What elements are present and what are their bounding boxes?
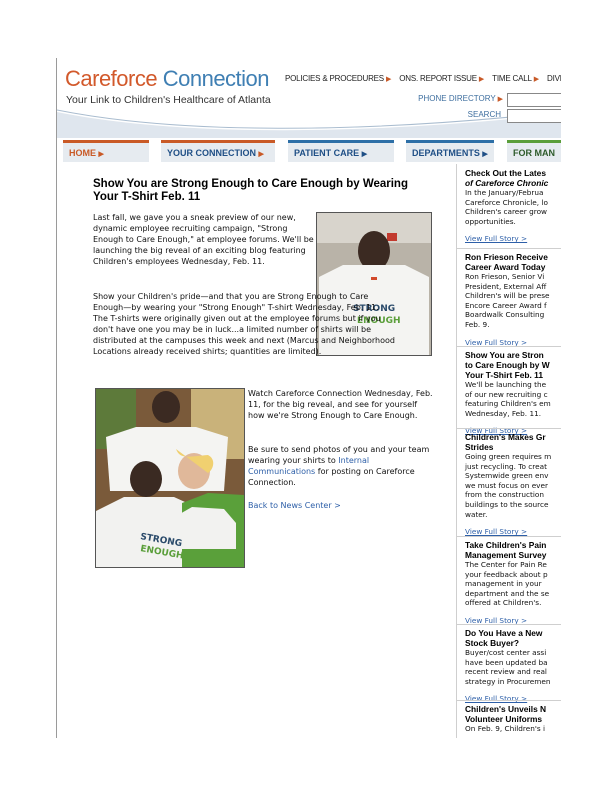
sidebar-story-title: Do You Have a New Stock Buyer? <box>465 628 543 648</box>
phone-directory-label: PHONE DIRECTORY ▶ <box>387 94 503 103</box>
search-label: SEARCH <box>467 110 501 119</box>
view-full-story-link[interactable]: View Full Story > <box>465 694 527 703</box>
tab-for-managers-label: FOR MAN <box>513 148 555 158</box>
arrow-right-icon: ▶ <box>361 151 368 158</box>
arrow-right-icon: ▶ <box>258 151 264 158</box>
article-paragraph-2: Show your Children's pride—and that you … <box>93 292 395 356</box>
sidebar-story-pain-survey: Take Children's Pain Management Survey T… <box>465 540 561 627</box>
tab-your-connection-label: YOUR CONNECTION <box>167 148 257 158</box>
sidebar-story-body: Buyer/cost center assi have been updated… <box>465 648 551 686</box>
top-nav-time-call-label: TIME CALL <box>492 74 532 83</box>
sidebar-story-title: Children's Makes Gr Strides <box>465 432 546 452</box>
tab-patient-care[interactable]: PATIENT CARE ▶ <box>288 140 394 162</box>
arrow-right-icon: ▶ <box>533 76 539 83</box>
back-to-news-center-link[interactable]: Back to News Center > <box>248 501 341 510</box>
sidebar-story-body: The Center for Pain Re your feedback abo… <box>465 560 550 608</box>
arrow-right-icon: ▶ <box>495 96 503 103</box>
tab-patient-care-label: PATIENT CARE <box>294 148 360 158</box>
view-full-story-link[interactable]: View Full Story > <box>465 527 527 536</box>
site-logo[interactable]: Careforce Connection <box>65 66 270 92</box>
site-header: Careforce Connection Your Link to Childr… <box>57 58 561 138</box>
top-nav-policies-label: POLICIES & PROCEDURES <box>285 74 384 83</box>
sidebar-story-stock-buyer: Do You Have a New Stock Buyer? Buyer/cos… <box>465 628 561 705</box>
sidebar-story-title: Children's Unveils N Volunteer Uniforms <box>465 704 547 724</box>
top-nav-time-call[interactable]: TIME CALL ▶ <box>492 74 539 83</box>
article-headline: Show You are Strong Enough to Care Enoug… <box>93 178 408 203</box>
main-nav-tabs: HOME ▶ YOUR CONNECTION ▶ PATIENT CARE ▶ … <box>57 140 561 164</box>
tab-departments[interactable]: DEPARTMENTS ▶ <box>406 140 494 162</box>
article-paragraph-3: Watch Careforce Connection Wednesday, Fe… <box>248 389 433 420</box>
sidebar-story-body: We'll be launching the of our new recrui… <box>465 380 551 418</box>
sidebar-divider <box>457 248 561 249</box>
view-full-story-link[interactable]: View Full Story > <box>465 234 527 243</box>
top-nav-report-issue[interactable]: ONS. REPORT ISSUE ▶ <box>399 74 484 83</box>
sidebar-story-volunteer-uniforms: Children's Unveils N Volunteer Uniforms … <box>465 704 561 734</box>
sidebar-story-tshirt: Show You are Stron to Care Enough by W Y… <box>465 350 561 437</box>
sidebar-divider <box>457 428 561 429</box>
site-tagline: Your Link to Children's Healthcare of At… <box>66 94 271 106</box>
sidebar-story-title-line2: of Careforce Chronic <box>465 178 549 188</box>
sidebar-divider <box>457 700 561 701</box>
arrow-right-icon: ▶ <box>98 151 104 158</box>
top-nav-report-issue-label: ONS. REPORT ISSUE <box>399 74 477 83</box>
logo-word-careforce: Careforce <box>65 66 158 91</box>
sidebar-story-title: Check Out the Lates of Careforce Chronic <box>465 168 561 188</box>
top-nav-policies[interactable]: POLICIES & PROCEDURES ▶ <box>285 74 391 83</box>
top-nav: POLICIES & PROCEDURES ▶ ONS. REPORT ISSUE… <box>285 66 561 83</box>
sidebar-story-body: Ron Frieson, Senior Vi President, Extern… <box>465 272 550 329</box>
arrow-right-icon: ▶ <box>482 151 488 158</box>
logo-word-connection: Connection <box>162 66 270 91</box>
sidebar-story-body: Going green requires m just recycling. T… <box>465 452 552 519</box>
sidebar-story-title: Show You are Stron to Care Enough by W Y… <box>465 350 550 380</box>
sidebar-divider <box>457 536 561 537</box>
top-nav-diversity-label: DIVERSIO <box>547 74 561 83</box>
tab-for-managers[interactable]: FOR MAN <box>507 140 561 162</box>
search-input[interactable] <box>507 109 561 123</box>
tab-departments-label: DEPARTMENTS <box>412 148 480 158</box>
back-to-news-center: Back to News Center > <box>248 500 433 511</box>
phone-directory-input[interactable] <box>507 93 561 107</box>
sidebar-story-chronicle: Check Out the Lates of Careforce Chronic … <box>465 168 561 245</box>
sidebar-story-body: On Feb. 9, Children's i <box>465 724 546 733</box>
sidebar-story-body: In the January/Februa Careforce Chronicl… <box>465 188 548 226</box>
arrow-right-icon: ▶ <box>385 76 392 83</box>
sidebar-story-green: Children's Makes Gr Strides Going green … <box>465 432 561 538</box>
photo-group-in-shirts-image: STRONG ENOUGH <box>96 389 244 567</box>
sidebar-story-title: Take Children's Pain Management Survey <box>465 540 547 560</box>
sidebar-story-title: Ron Frieson Receive Career Award Today <box>465 252 548 272</box>
arrow-right-icon: ▶ <box>478 76 485 83</box>
page: Careforce Connection Your Link to Childr… <box>56 58 561 738</box>
news-sidebar: Check Out the Lates of Careforce Chronic … <box>456 164 561 738</box>
article-paragraph-4: Be sure to send photos of you and your t… <box>248 444 433 488</box>
phone-directory-label-text: PHONE DIRECTORY <box>418 94 496 103</box>
sidebar-divider <box>457 346 561 347</box>
sidebar-story-frieson: Ron Frieson Receive Career Award Today R… <box>465 252 561 349</box>
tab-your-connection[interactable]: YOUR CONNECTION ▶ <box>161 140 275 162</box>
sidebar-story-title-line1: Check Out the Lates <box>465 168 546 178</box>
article-paragraph-1: Last fall, we gave you a sneak preview o… <box>93 213 314 266</box>
sidebar-divider <box>457 624 561 625</box>
photo-group-in-shirts: STRONG ENOUGH <box>95 388 245 568</box>
tab-home[interactable]: HOME ▶ <box>63 140 149 162</box>
tab-home-label: HOME <box>69 148 96 158</box>
top-nav-diversity[interactable]: DIVERSIO <box>547 74 561 83</box>
